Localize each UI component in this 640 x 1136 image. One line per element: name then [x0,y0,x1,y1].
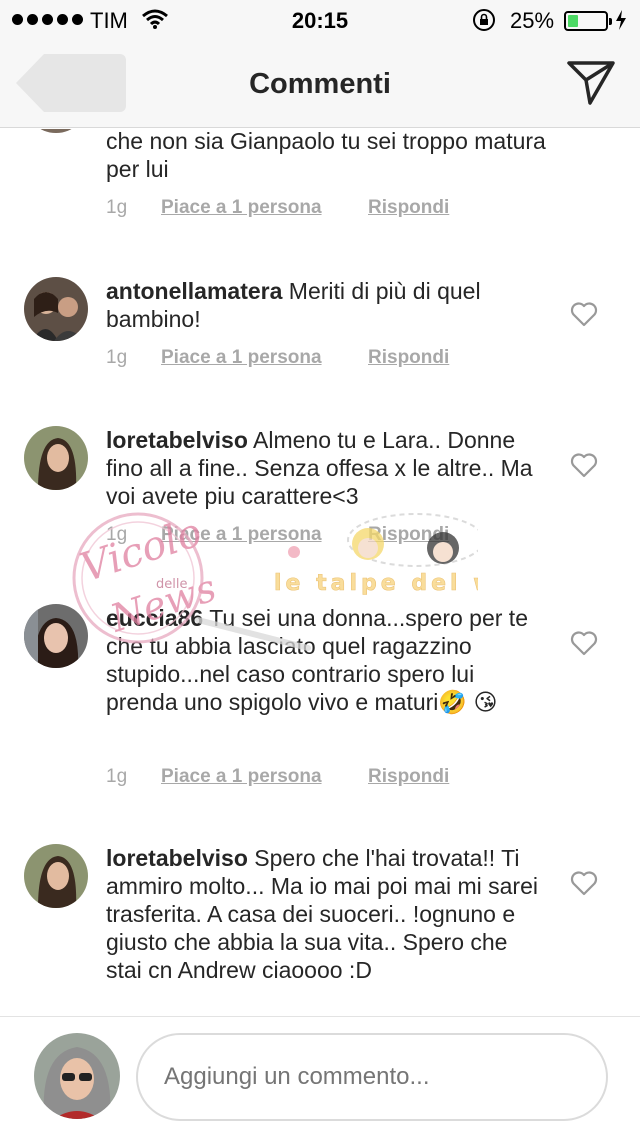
comment-meta: 1g Piace a 1 persona Rispondi [106,766,449,788]
comment-age: 1g [106,347,128,368]
status-bar: TIM 20:15 25% [0,0,640,40]
comment-username[interactable]: loretabelviso [106,845,248,871]
comment-text: euccia86 Tu sei una donna...spero per te… [106,604,546,716]
avatar[interactable] [24,277,88,341]
comment-meta: 1g Piace a 1 persona Rispondi [106,197,449,219]
avatar[interactable] [24,844,88,908]
comment-age: 1g [106,524,128,545]
avatar[interactable] [24,426,88,490]
reply-button[interactable]: Rispondi [368,524,449,546]
likes-link[interactable]: Piace a 1 persona [161,347,368,369]
likes-link[interactable]: Piace a 1 persona [161,197,368,219]
likes-link[interactable]: Piace a 1 persona [161,766,368,788]
comment-meta: 1g Piace a 1 persona Rispondi [106,347,449,369]
reply-button[interactable]: Rispondi [368,347,449,369]
nav-bar: Commenti [0,40,640,128]
page-title: Commenti [249,68,391,100]
comment-username[interactable]: loretabelviso [106,427,248,453]
comment-username[interactable]: euccia86 [106,605,203,631]
comment-text: che non sia Gianpaolo tu sei troppo matu… [106,129,546,183]
heart-icon[interactable] [570,870,598,896]
comment-input[interactable] [136,1033,608,1121]
heart-icon[interactable] [570,452,598,478]
comment-username[interactable]: antonellamatera [106,278,282,304]
reply-button[interactable]: Rispondi [368,766,449,788]
comment-age: 1g [106,766,128,787]
comment-body: che non sia Gianpaolo tu sei troppo matu… [106,129,546,182]
heart-icon[interactable] [570,630,598,656]
comment-text: antonellamatera Meriti di più di quel ba… [106,277,546,333]
comment-text: loretabelviso Almeno tu e Lara.. Donne f… [106,426,546,510]
avatar[interactable] [34,1033,120,1119]
avatar[interactable] [24,129,88,133]
battery-percentage: 25% [510,8,555,33]
comment-age: 1g [106,197,128,218]
likes-link[interactable]: Piace a 1 persona [161,524,368,546]
direct-message-icon[interactable] [566,60,616,106]
heart-icon[interactable] [570,301,598,327]
rotation-lock-icon [473,9,495,31]
avatar[interactable] [24,604,88,668]
reply-button[interactable]: Rispondi [368,197,449,219]
comment-composer [0,1016,640,1136]
charging-icon [616,10,626,30]
battery-icon [564,11,612,31]
comment-meta: 1g Piace a 1 persona Rispondi [106,524,449,546]
comment-text: loretabelviso Spero che l'hai trovata!! … [106,844,546,984]
comments-list[interactable]: che non sia Gianpaolo tu sei troppo matu… [0,129,640,1015]
